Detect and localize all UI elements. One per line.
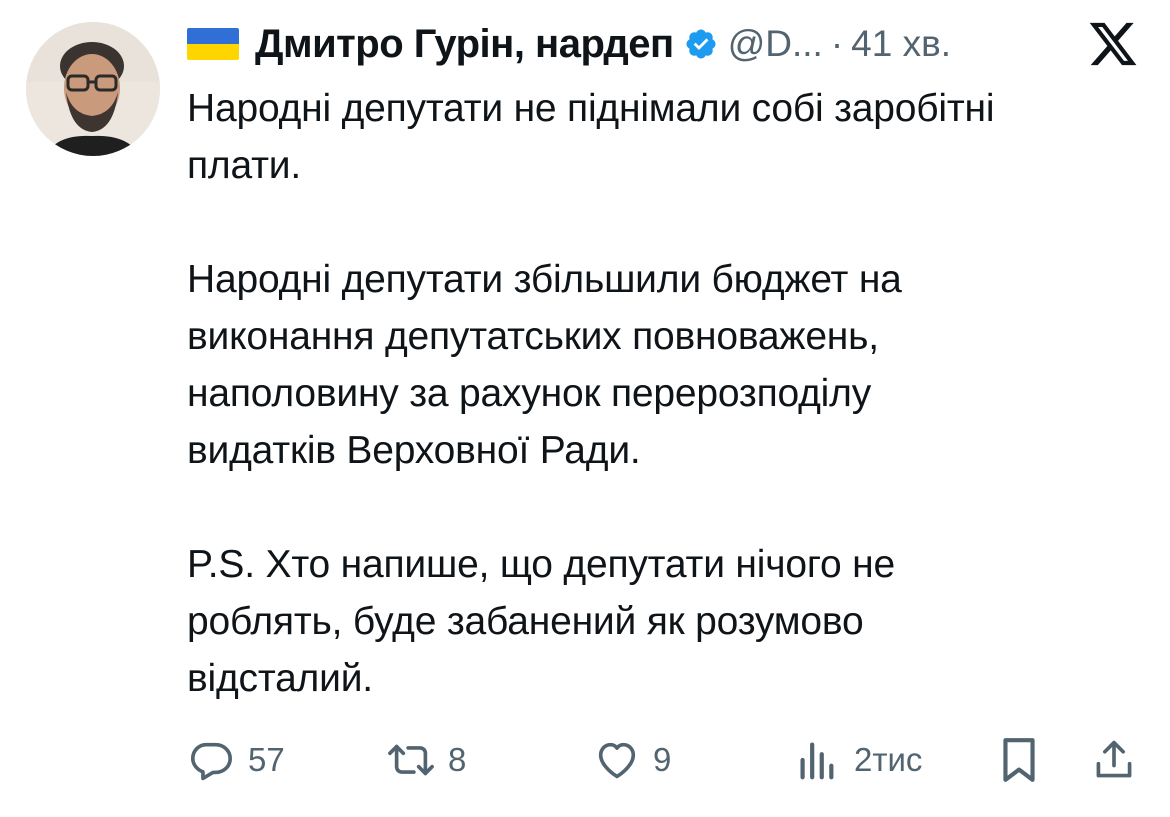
- views-button[interactable]: 2тис: [796, 732, 922, 788]
- bookmark-icon: [998, 735, 1040, 785]
- author-handle[interactable]: @D...: [728, 23, 823, 65]
- ukraine-flag-icon: [187, 28, 239, 60]
- tweet-paragraph: Народні депутати не піднімали собі зароб…: [187, 87, 995, 187]
- tweet-paragraph: P.S. Хто напише, що депутати нічого не р…: [187, 543, 895, 700]
- tweet-paragraph: Народні депутати збільшили бюджет на вик…: [187, 258, 902, 472]
- reply-button[interactable]: 57: [188, 732, 285, 788]
- heart-icon: [593, 737, 641, 783]
- repost-count: 8: [448, 741, 467, 778]
- separator-dot: ·: [830, 23, 844, 64]
- verified-badge-icon[interactable]: [684, 27, 718, 61]
- author-name[interactable]: Дмитро Гурін, нардеп: [255, 22, 674, 67]
- share-button[interactable]: [1092, 732, 1136, 788]
- tweet-card: Дмитро Гурін, нардеп @D... · 41 хв. Наро…: [0, 0, 1170, 817]
- avatar-photo-icon: [26, 22, 160, 156]
- avatar[interactable]: [26, 22, 160, 156]
- action-bar: 57 8 9 2тис: [0, 732, 1170, 788]
- repost-button[interactable]: 8: [384, 732, 466, 788]
- tweet-timestamp[interactable]: 41 хв.: [851, 23, 951, 65]
- views-count: 2тис: [854, 741, 923, 778]
- reply-count: 57: [248, 741, 285, 778]
- reply-icon: [188, 737, 234, 783]
- views-icon: [796, 737, 836, 783]
- like-count: 9: [653, 741, 672, 778]
- tweet-header: Дмитро Гурін, нардеп @D... · 41 хв.: [187, 18, 951, 70]
- share-icon: [1092, 736, 1136, 784]
- bookmark-button[interactable]: [998, 732, 1040, 788]
- like-button[interactable]: 9: [593, 732, 671, 788]
- tweet-text: Народні депутати не піднімали собі зароб…: [187, 80, 1147, 707]
- repost-icon: [384, 737, 438, 783]
- x-logo-icon: [1086, 18, 1140, 70]
